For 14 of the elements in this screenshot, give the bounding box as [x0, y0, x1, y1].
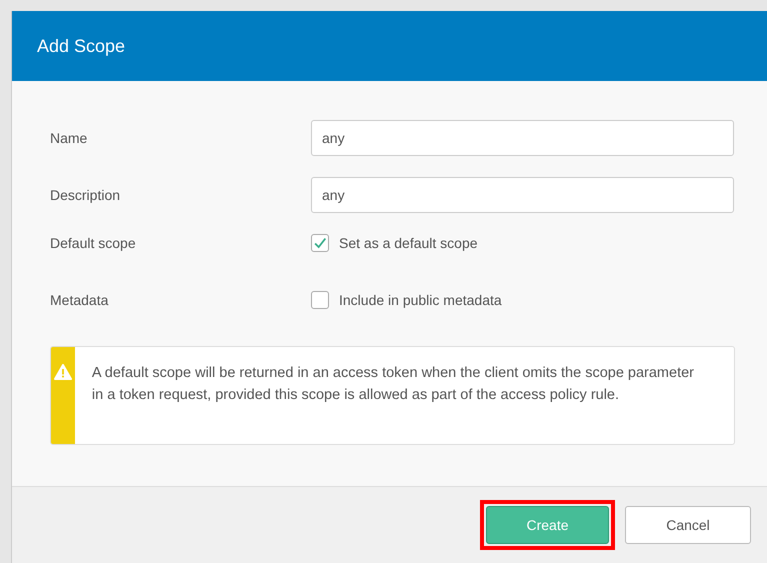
field-label: Default scope — [50, 235, 137, 251]
alert-message: A default scope will be returned in an access token when the client omits the scope parameter in a token request, provided this scope is allowed as part of the access policy rule. — [90, 364, 695, 405]
cancel-button[interactable]: Cancel — [625, 506, 751, 544]
checkbox[interactable] — [311, 291, 329, 309]
warning-icon — [54, 364, 72, 380]
checkbox[interactable] — [311, 234, 329, 252]
checkbox-label: Include in public metadata — [339, 292, 502, 308]
field-label: Name — [50, 130, 88, 146]
field-label: Metadata — [50, 292, 110, 308]
dialog-title: Add Scope — [37, 36, 126, 56]
checkbox-label: Set as a default scope — [339, 235, 478, 251]
input-field[interactable]: any — [311, 120, 734, 156]
field-label: Description — [50, 187, 122, 203]
input-field[interactable]: any — [311, 177, 734, 213]
